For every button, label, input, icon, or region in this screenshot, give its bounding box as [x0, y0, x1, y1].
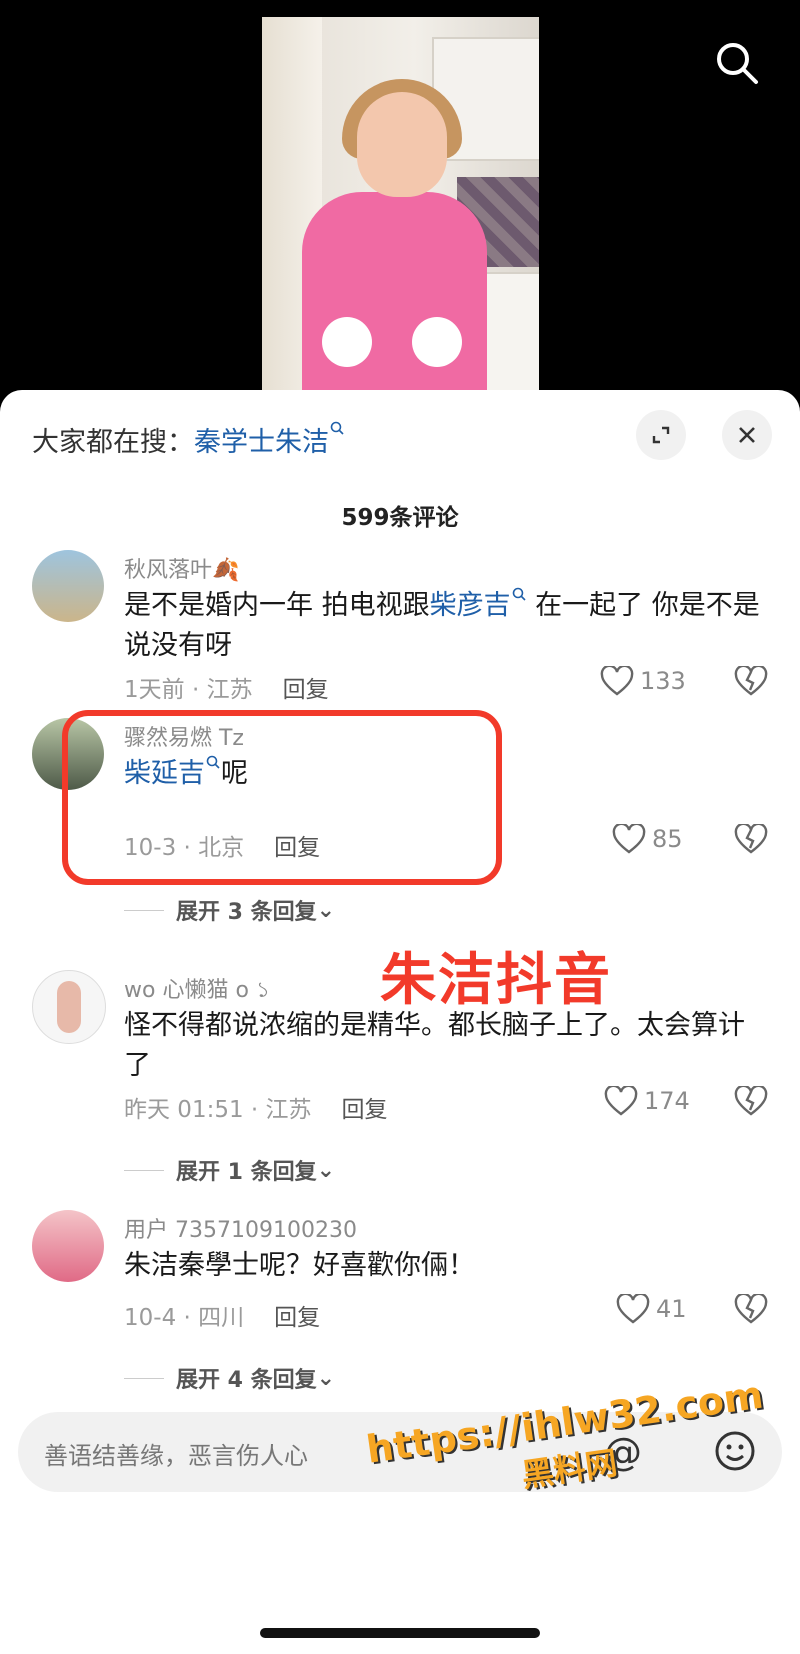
comment-time: 昨天 01:51 · 江苏: [124, 1097, 312, 1123]
heart-icon: [600, 666, 634, 696]
heart-icon: [612, 824, 646, 854]
comment-meta: 1天前 · 江苏 回复: [124, 670, 329, 704]
mini-search-icon: [329, 421, 345, 458]
chevron-down-icon: ⌄: [316, 1365, 336, 1391]
video-person-face: [357, 92, 447, 197]
reply-button[interactable]: 回复: [342, 1097, 388, 1123]
like-button[interactable]: 133: [600, 666, 686, 696]
overlay-caption: 朱洁抖音: [380, 948, 612, 1013]
like-count: 85: [652, 825, 683, 853]
username[interactable]: wo 心懒猫 o ১: [124, 972, 270, 1010]
comment-meta: 10-4 · 四川 回复: [124, 1298, 320, 1332]
like-button[interactable]: 41: [616, 1294, 687, 1324]
watermark: https://ihlw32.com 黑料网: [363, 1372, 766, 1495]
comment-text: 是不是婚内一年 拍电视跟柴彦吉 在一起了 你是不是说没有呀: [124, 587, 760, 661]
divider: [124, 1377, 164, 1379]
hot-search-label: 大家都在搜：: [32, 427, 194, 458]
like-button[interactable]: 174: [604, 1086, 690, 1116]
broken-heart-icon: [734, 822, 768, 854]
comment-time: 10-4 · 四川: [124, 1305, 245, 1331]
avatar[interactable]: [32, 970, 106, 1044]
hot-search-keyword[interactable]: 秦学士朱洁: [194, 427, 329, 458]
video-frame[interactable]: [262, 17, 539, 400]
comment-count: 599条评论: [341, 505, 459, 531]
chevron-down-icon: ⌄: [316, 897, 336, 923]
expand-replies[interactable]: 展开 4 条回复 ⌄: [124, 1362, 335, 1394]
close-icon: [739, 427, 755, 443]
heart-icon: [616, 1294, 650, 1324]
username[interactable]: 秋风落叶🍂: [124, 552, 239, 584]
highlight-annotation: [62, 710, 502, 885]
hot-search-bar[interactable]: 大家都在搜：秦学士朱洁: [32, 420, 345, 459]
expand-icon: [652, 426, 670, 444]
comment-text: 朱洁秦學士呢？好喜歡你倆！: [124, 1250, 475, 1281]
search-icon[interactable]: [712, 38, 762, 88]
like-count: 174: [644, 1087, 690, 1115]
divider: [124, 1169, 164, 1171]
expand-replies[interactable]: 展开 3 条回复 ⌄: [124, 894, 335, 926]
dislike-button[interactable]: [734, 1084, 768, 1120]
comment-meta: 昨天 01:51 · 江苏 回复: [124, 1090, 388, 1124]
divider: [124, 909, 164, 911]
broken-heart-icon: [734, 1292, 768, 1324]
video-print-right: [412, 317, 462, 367]
heart-icon: [604, 1086, 638, 1116]
video-print-left: [322, 317, 372, 367]
reply-button[interactable]: 回复: [283, 677, 329, 703]
video-person-body: [302, 192, 487, 400]
like-count: 133: [640, 667, 686, 695]
username[interactable]: 用户 7357109100230: [124, 1212, 357, 1244]
avatar[interactable]: [32, 1210, 104, 1282]
mini-search-icon: [511, 587, 527, 621]
dislike-button[interactable]: [734, 1292, 768, 1328]
broken-heart-icon: [734, 664, 768, 696]
like-button[interactable]: 85: [612, 824, 683, 854]
reply-button[interactable]: 回复: [274, 1305, 320, 1331]
close-button[interactable]: [722, 410, 772, 460]
comment-time: 1天前 · 江苏: [124, 677, 253, 703]
keyword-link[interactable]: 柴彦吉: [430, 590, 511, 621]
expand-replies[interactable]: 展开 1 条回复 ⌄: [124, 1154, 335, 1186]
input-placeholder: 善语结善缘，恶言伤人心: [44, 1442, 308, 1470]
dislike-button[interactable]: [734, 822, 768, 858]
avatar[interactable]: [32, 550, 104, 622]
comment-sheet: 大家都在搜：秦学士朱洁 599条评论 秋风落叶🍂 是不是婚内一年 拍电视跟柴彦吉…: [0, 390, 800, 1654]
broken-heart-icon: [734, 1084, 768, 1116]
home-indicator[interactable]: [260, 1628, 540, 1638]
chevron-down-icon: ⌄: [316, 1157, 336, 1183]
dislike-button[interactable]: [734, 664, 768, 700]
expand-button[interactable]: [636, 410, 686, 460]
like-count: 41: [656, 1295, 687, 1323]
comment-text: 怪不得都说浓缩的是精华。都长脑子上了。太会算计了: [124, 1010, 745, 1081]
